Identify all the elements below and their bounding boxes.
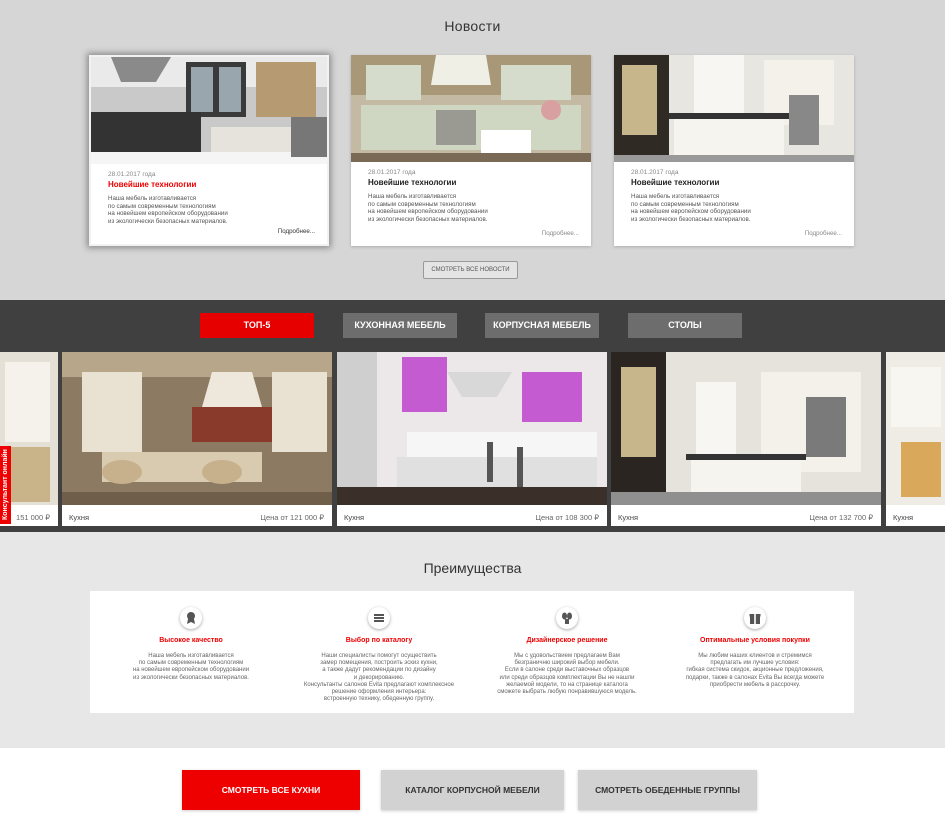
slide-caption: Кухня xyxy=(618,513,639,522)
slide-image xyxy=(337,352,607,505)
news-more-link[interactable]: Подробнее... xyxy=(542,230,579,237)
slide-caption: Кухня xyxy=(344,513,365,522)
all-news-button[interactable]: Смотреть все новости xyxy=(423,261,518,279)
slide-image xyxy=(886,352,945,505)
news-image xyxy=(91,57,327,164)
advantages-title: Преимущества xyxy=(423,560,522,576)
slide-price: Цена от 108 300 ₽ xyxy=(535,513,599,522)
slide-image xyxy=(611,352,881,505)
tab-kitchen-furniture[interactable]: КУХОННАЯ МЕБЕЛЬ xyxy=(343,313,457,338)
catalog-slide[interactable]: Кухня Цена от 132 700 ₽ xyxy=(611,352,881,526)
tab-top5[interactable]: ТОП-5 xyxy=(200,313,314,338)
all-kitchens-button[interactable]: Смотреть все кухни xyxy=(182,770,360,810)
slide-image xyxy=(62,352,332,505)
advantage-headline: Высокое качество xyxy=(159,637,223,644)
award-icon xyxy=(180,607,202,629)
catalog-slide[interactable]: Кухня Цена от 108 300 ₽ xyxy=(337,352,607,526)
advantage-headline: Выбор по каталогу xyxy=(345,637,413,644)
bottom-actions: Смотреть все кухни Каталог корпусной меб… xyxy=(0,748,945,831)
advantage-item: Высокое качество Наша мебель изготавлива… xyxy=(98,591,284,713)
advantage-item: Дизайнерское решение Мы с удовольствием … xyxy=(474,591,660,713)
consultant-online-tab[interactable]: Консультант онлайн xyxy=(0,446,11,524)
advantage-item: Выбор по каталогу Наши специалисты помог… xyxy=(286,591,472,713)
catalog-slide[interactable]: Кухня Цена от 121 000 ₽ xyxy=(62,352,332,526)
catalog-slide[interactable]: Кухня xyxy=(886,352,945,526)
advantage-headline: Дизайнерское решение xyxy=(526,637,608,644)
advantage-item: Оптимальные условия покупки Мы любим наш… xyxy=(662,591,848,713)
advantage-headline: Оптимальные условия покупки xyxy=(700,637,810,644)
news-date: 28.01.2017 года xyxy=(631,169,679,176)
news-headline[interactable]: Новейшие технологии xyxy=(631,178,719,187)
advantage-text: Наша мебель изготавливается по самым сов… xyxy=(132,653,250,681)
gift-icon xyxy=(744,607,766,629)
news-text: Наша мебель изготавливается по самым сов… xyxy=(631,193,751,223)
tab-cabinet-furniture[interactable]: КОРПУСНАЯ МЕБЕЛЬ xyxy=(485,313,599,338)
cabinet-catalog-button[interactable]: Каталог корпусной мебели xyxy=(381,770,564,810)
news-text: Наша мебель изготавливается по самым сов… xyxy=(108,195,228,225)
news-image xyxy=(614,55,854,162)
news-more-link[interactable]: Подробнее... xyxy=(278,228,315,235)
news-date: 28.01.2017 года xyxy=(108,171,156,178)
advantage-text: Мы с удовольствием предлагаем Вам безгра… xyxy=(497,653,637,696)
catalog-icon xyxy=(368,607,390,629)
news-headline[interactable]: Новейшие технологии xyxy=(368,178,456,187)
news-card[interactable]: 28.01.2017 года Новейшие технологии Наша… xyxy=(89,55,329,246)
slide-caption: Кухня xyxy=(69,513,90,522)
slide-price: 151 000 ₽ xyxy=(16,513,50,522)
news-more-link[interactable]: Подробнее... xyxy=(805,230,842,237)
news-image xyxy=(351,55,591,162)
plant-icon xyxy=(556,607,578,629)
advantages-section: Преимущества Высокое качество Наша мебел… xyxy=(0,532,945,748)
advantage-text: Наши специалисты помогут осуществить зам… xyxy=(303,653,455,703)
news-headline[interactable]: Новейшие технологии xyxy=(108,180,196,189)
news-date: 28.01.2017 года xyxy=(368,169,416,176)
catalog-section: ТОП-5 КУХОННАЯ МЕБЕЛЬ КОРПУСНАЯ МЕБЕЛЬ С… xyxy=(0,300,945,532)
slide-caption: Кухня xyxy=(893,513,914,522)
advantages-panel: Высокое качество Наша мебель изготавлива… xyxy=(90,591,854,713)
news-title: Новости xyxy=(444,18,501,34)
slide-price: Цена от 121 000 ₽ xyxy=(260,513,324,522)
tab-tables[interactable]: СТОЛЫ xyxy=(628,313,742,338)
news-section: Новости 28.01.2017 года Новейшие техноло… xyxy=(0,0,945,300)
news-card[interactable]: 28.01.2017 года Новейшие технологии Наша… xyxy=(351,55,591,246)
slide-price: Цена от 132 700 ₽ xyxy=(809,513,873,522)
news-card[interactable]: 28.01.2017 года Новейшие технологии Наша… xyxy=(614,55,854,246)
dining-groups-button[interactable]: Смотреть обеденные группы xyxy=(578,770,757,810)
advantage-text: Мы любим наших клиентов и стремимся пред… xyxy=(685,653,825,688)
news-text: Наша мебель изготавливается по самым сов… xyxy=(368,193,488,223)
